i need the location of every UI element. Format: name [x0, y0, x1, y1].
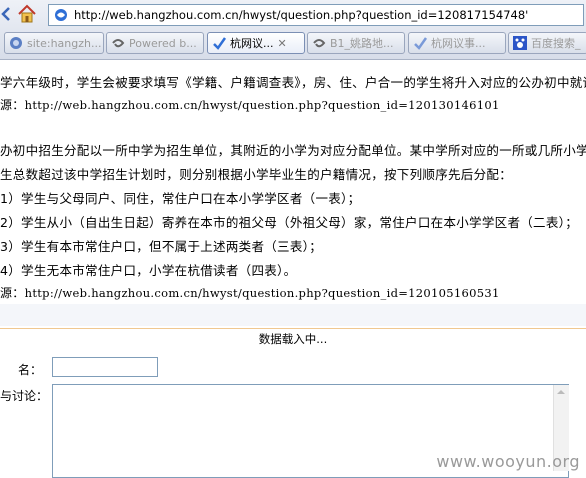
address-url: http://web.hangzhou.com.cn/hwyst/questio… — [74, 8, 529, 22]
divider — [0, 328, 586, 329]
tab-baidu[interactable]: 百度搜索_ — [508, 32, 586, 54]
globe-icon — [8, 35, 24, 51]
check-icon — [412, 35, 428, 51]
browser-toolbar: http://web.hangzhou.com.cn/hwyst/questio… — [0, 0, 586, 60]
tab-label: 杭网议事... — [431, 37, 486, 50]
name-input[interactable] — [52, 357, 158, 377]
source-line: 源：http://web.hangzhou.com.cn/hwyst/quest… — [0, 284, 500, 301]
loading-text: 数据载入中... — [258, 332, 328, 346]
close-icon[interactable]: ✕ — [278, 37, 287, 50]
tab-label: site:hangzh... — [27, 36, 102, 50]
tab-b1[interactable]: B1_姚路地... — [307, 32, 405, 54]
source-line: 源：http://web.hangzhou.com.cn/hwyst/quest… — [0, 96, 500, 113]
text-line: 学六年级时，学生会被要求填写《学籍、户籍调查表》，房、住、户合一的学生将升入对应… — [0, 75, 586, 90]
tab-hangwang-active[interactable]: 杭网议... ✕ — [207, 32, 305, 54]
tab-label: Powered b... — [129, 36, 197, 50]
source-url[interactable]: http://web.hangzhou.com.cn/hwyst/questio… — [25, 98, 500, 112]
source-label: 源： — [0, 98, 25, 112]
text-line: 2）学生从小（自出生日起）寄养在本市的祖父母（外祖父母）家，常住户口在本小学学区… — [0, 215, 579, 230]
tab-hangwang-2[interactable]: 杭网议事... — [408, 32, 506, 54]
page-icon — [53, 7, 69, 23]
address-bar[interactable]: http://web.hangzhou.com.cn/hwyst/questio… — [48, 4, 584, 26]
tab-powered-by[interactable]: Powered b... — [106, 32, 204, 54]
tab-label: 百度搜索_ — [531, 37, 581, 50]
check-icon — [211, 35, 227, 51]
swirl-icon — [110, 35, 126, 51]
text-line: 生总数超过该中学招生计划时，则分别根据小学毕业生的户籍情况，按下列顺序先后分配： — [0, 167, 513, 182]
tab-label: 杭网议... — [230, 37, 274, 50]
tab-strip: site:hangzh... Powered b... 杭网议... ✕ B1_… — [0, 31, 586, 55]
comment-label: 与讨论： — [0, 389, 49, 403]
text-line: 办初中招生分配以一所中学为招生单位，其附近的小学为对应分配单位。某中学所对应的一… — [0, 143, 586, 158]
swirl-icon — [311, 35, 327, 51]
source-url[interactable]: http://web.hangzhou.com.cn/hwyst/questio… — [25, 286, 500, 300]
home-icon[interactable] — [16, 3, 38, 25]
name-label: 名： — [18, 363, 43, 377]
scroll-up-icon[interactable] — [557, 390, 565, 394]
tab-site-search[interactable]: site:hangzh... — [4, 32, 104, 54]
paw-icon — [512, 35, 528, 51]
watermark: www.wooyun.org — [436, 452, 580, 471]
text-line: 4）学生无本市常住户口，小学在杭借读者（四表）。 — [0, 263, 297, 278]
text-line: 3）学生有本市常住户口，但不属于上述两类者（三表）； — [0, 239, 323, 254]
tab-label: B1_姚路地... — [330, 37, 394, 50]
source-label: 源： — [0, 286, 25, 300]
section-spacer — [0, 304, 586, 326]
text-line: 1）学生与父母同户、同住，常住户口在本小学学区者（一表）； — [0, 191, 361, 206]
